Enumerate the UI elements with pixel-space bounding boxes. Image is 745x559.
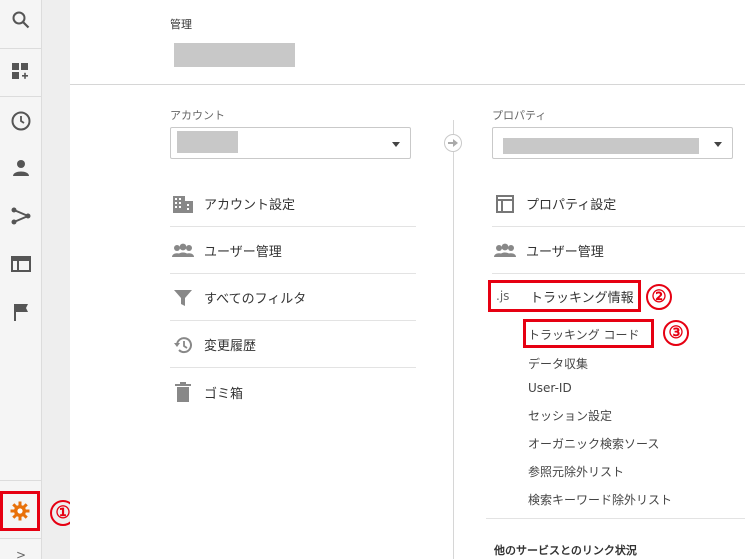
- acquisition-icon[interactable]: [0, 196, 42, 236]
- trash-label: ゴミ箱: [204, 386, 244, 402]
- person-icon[interactable]: [0, 148, 42, 188]
- annotation-3: ③: [663, 320, 689, 346]
- arrow-right-icon: [444, 134, 462, 152]
- account-user-management-item[interactable]: ユーザー管理: [170, 228, 416, 274]
- highlight-tracking-info: [488, 280, 641, 312]
- trash-item[interactable]: ゴミ箱: [170, 369, 416, 415]
- window-icon: [494, 193, 516, 215]
- account-label: アカウント: [170, 109, 225, 122]
- admin-panel: 管理 アカウント アカウント設定 ユーザー管理 すべてのフィルタ 変更履歴 ゴミ…: [70, 0, 745, 559]
- trash-icon: [172, 381, 194, 403]
- expand-chevron-icon[interactable]: >: [16, 548, 26, 559]
- clock-icon[interactable]: [0, 101, 42, 141]
- redacted-account-value: [177, 131, 238, 153]
- property-settings-label: プロパティ設定: [526, 198, 617, 213]
- property-user-management-item[interactable]: ユーザー管理: [492, 228, 745, 274]
- building-icon: [172, 193, 194, 215]
- dropdown-caret-icon: [714, 142, 722, 147]
- filter-icon: [172, 287, 194, 309]
- search-icon[interactable]: [0, 0, 42, 40]
- account-settings-item[interactable]: アカウント設定: [170, 181, 416, 227]
- property-user-management-label: ユーザー管理: [526, 245, 604, 260]
- change-history-label: 変更履歴: [204, 339, 257, 354]
- user-id-item[interactable]: User-ID: [528, 381, 572, 395]
- property-select[interactable]: [492, 127, 733, 159]
- property-label: プロパティ: [492, 109, 547, 122]
- dropdown-caret-icon: [392, 142, 400, 147]
- flag-icon[interactable]: [0, 292, 42, 332]
- redacted-property-value: [503, 138, 699, 154]
- highlight-tracking-code: [523, 319, 654, 348]
- users-icon: [172, 240, 194, 262]
- session-settings-item[interactable]: セッション設定: [528, 407, 612, 424]
- redacted-account-name: [174, 43, 295, 67]
- product-linking-section: 他のサービスとのリンク状況: [494, 544, 637, 557]
- behavior-icon[interactable]: [0, 244, 42, 284]
- account-select[interactable]: [170, 127, 411, 159]
- account-user-management-label: ユーザー管理: [204, 245, 282, 260]
- search-term-exclusion-list-item[interactable]: 検索キーワード除外リスト: [528, 491, 672, 508]
- users-icon: [494, 240, 516, 262]
- organic-search-sources-item[interactable]: オーガニック検索ソース: [528, 435, 659, 452]
- change-history-item[interactable]: 変更履歴: [170, 322, 416, 368]
- column-divider: [453, 120, 454, 559]
- annotation-2: ②: [646, 284, 672, 310]
- all-filters-label: すべてのフィルタ: [204, 292, 307, 307]
- all-filters-item[interactable]: すべてのフィルタ: [170, 275, 416, 321]
- data-collection-item[interactable]: データ収集: [528, 355, 588, 372]
- referral-exclusion-list-item[interactable]: 参照元除外リスト: [528, 463, 624, 480]
- account-settings-label: アカウント設定: [204, 198, 296, 213]
- dashboard-icon[interactable]: [0, 52, 42, 92]
- history-icon: [172, 334, 194, 356]
- property-settings-item[interactable]: プロパティ設定: [492, 181, 745, 227]
- left-sidebar: >: [0, 0, 42, 559]
- admin-gear-icon[interactable]: [0, 491, 40, 531]
- page-title: 管理: [170, 18, 192, 31]
